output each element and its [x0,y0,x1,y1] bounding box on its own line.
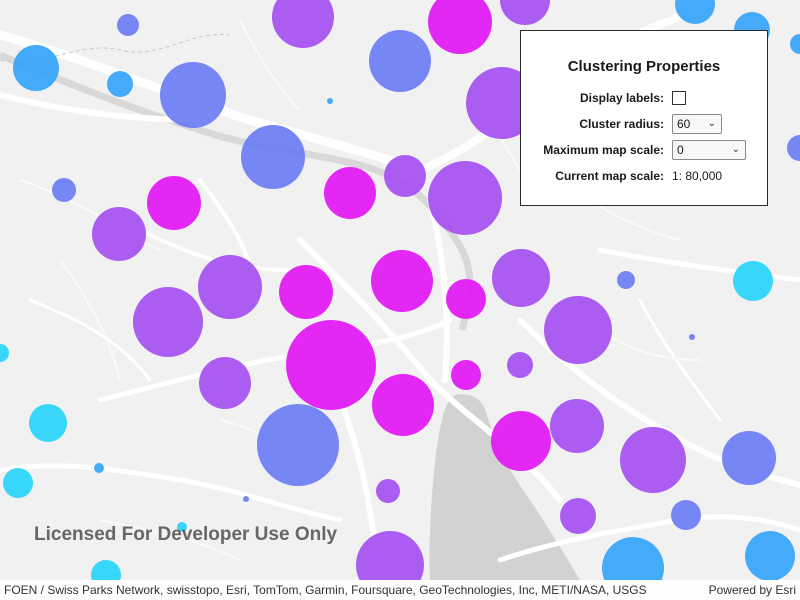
cluster-symbol[interactable] [0,344,9,362]
cluster-symbol[interactable] [91,560,121,580]
cluster-symbol[interactable] [675,0,715,24]
cluster-symbol[interactable] [671,500,701,530]
cluster-symbol[interactable] [492,249,550,307]
cluster-symbol[interactable] [787,135,800,161]
cluster-symbol[interactable] [160,62,226,128]
cluster-radius-row: Cluster radius: 60 ⌄ [531,111,757,137]
cluster-symbol[interactable] [117,14,139,36]
display-labels-row: Display labels: [531,85,757,111]
cluster-symbol[interactable] [107,71,133,97]
cluster-symbol[interactable] [451,360,481,390]
max-scale-value: 0 [677,143,684,157]
cluster-symbol[interactable] [199,357,251,409]
current-scale-value: 1: 80,000 [672,169,723,183]
display-labels-label: Display labels: [579,91,664,105]
attribution-bar: FOEN / Swiss Parks Network, swisstopo, E… [0,580,800,600]
cluster-symbol[interactable] [689,334,695,340]
chevron-down-icon: ⌄ [731,144,740,155]
cluster-symbol[interactable] [428,0,492,54]
cluster-symbol[interactable] [384,155,426,197]
cluster-symbol[interactable] [550,399,604,453]
cluster-symbol[interactable] [286,320,376,410]
cluster-symbol[interactable] [376,479,400,503]
cluster-symbol[interactable] [272,0,334,48]
cluster-symbol[interactable] [257,404,339,486]
cluster-symbol[interactable] [733,261,773,301]
cluster-symbol[interactable] [372,374,434,436]
cluster-symbol[interactable] [324,167,376,219]
cluster-symbol[interactable] [500,0,550,25]
powered-by-esri[interactable]: Powered by Esri [709,580,796,600]
cluster-symbol[interactable] [356,531,424,580]
cluster-symbol[interactable] [243,496,249,502]
cluster-symbol[interactable] [133,287,203,357]
cluster-symbol[interactable] [369,30,431,92]
cluster-symbol[interactable] [428,161,502,235]
max-scale-select[interactable]: 0 ⌄ [672,140,746,160]
clustering-properties-panel: Clustering Properties Display labels: Cl… [520,30,768,206]
cluster-symbol[interactable] [13,45,59,91]
chevron-down-icon: ⌄ [707,118,716,129]
cluster-radius-select[interactable]: 60 ⌄ [672,114,722,134]
cluster-symbol[interactable] [52,178,76,202]
cluster-symbol[interactable] [446,279,486,319]
cluster-symbol[interactable] [327,98,333,104]
cluster-symbol[interactable] [507,352,533,378]
cluster-symbol[interactable] [29,404,67,442]
max-scale-row: Maximum map scale: 0 ⌄ [531,137,757,163]
cluster-symbol[interactable] [560,498,596,534]
current-scale-row: Current map scale: 1: 80,000 [531,163,757,189]
cluster-symbol[interactable] [371,250,433,312]
max-scale-label: Maximum map scale: [543,143,664,157]
cluster-radius-label: Cluster radius: [579,117,664,131]
cluster-symbol[interactable] [92,207,146,261]
cluster-symbol[interactable] [745,531,795,580]
panel-title: Clustering Properties [567,58,721,75]
current-scale-label: Current map scale: [555,169,664,183]
cluster-symbol[interactable] [3,468,33,498]
cluster-radius-value: 60 [677,117,691,131]
cluster-symbol[interactable] [147,176,201,230]
cluster-symbol[interactable] [241,125,305,189]
cluster-symbol[interactable] [198,255,262,319]
cluster-symbol[interactable] [722,431,776,485]
cluster-symbol[interactable] [790,34,800,54]
cluster-symbol[interactable] [544,296,612,364]
cluster-symbol[interactable] [279,265,333,319]
attribution-text: FOEN / Swiss Parks Network, swisstopo, E… [4,583,647,597]
cluster-symbol[interactable] [491,411,551,471]
cluster-symbol[interactable] [617,271,635,289]
cluster-symbol[interactable] [602,537,664,580]
display-labels-checkbox[interactable] [672,91,686,105]
cluster-symbol[interactable] [94,463,104,473]
developer-watermark: Licensed For Developer Use Only [34,524,338,545]
cluster-symbol[interactable] [620,427,686,493]
